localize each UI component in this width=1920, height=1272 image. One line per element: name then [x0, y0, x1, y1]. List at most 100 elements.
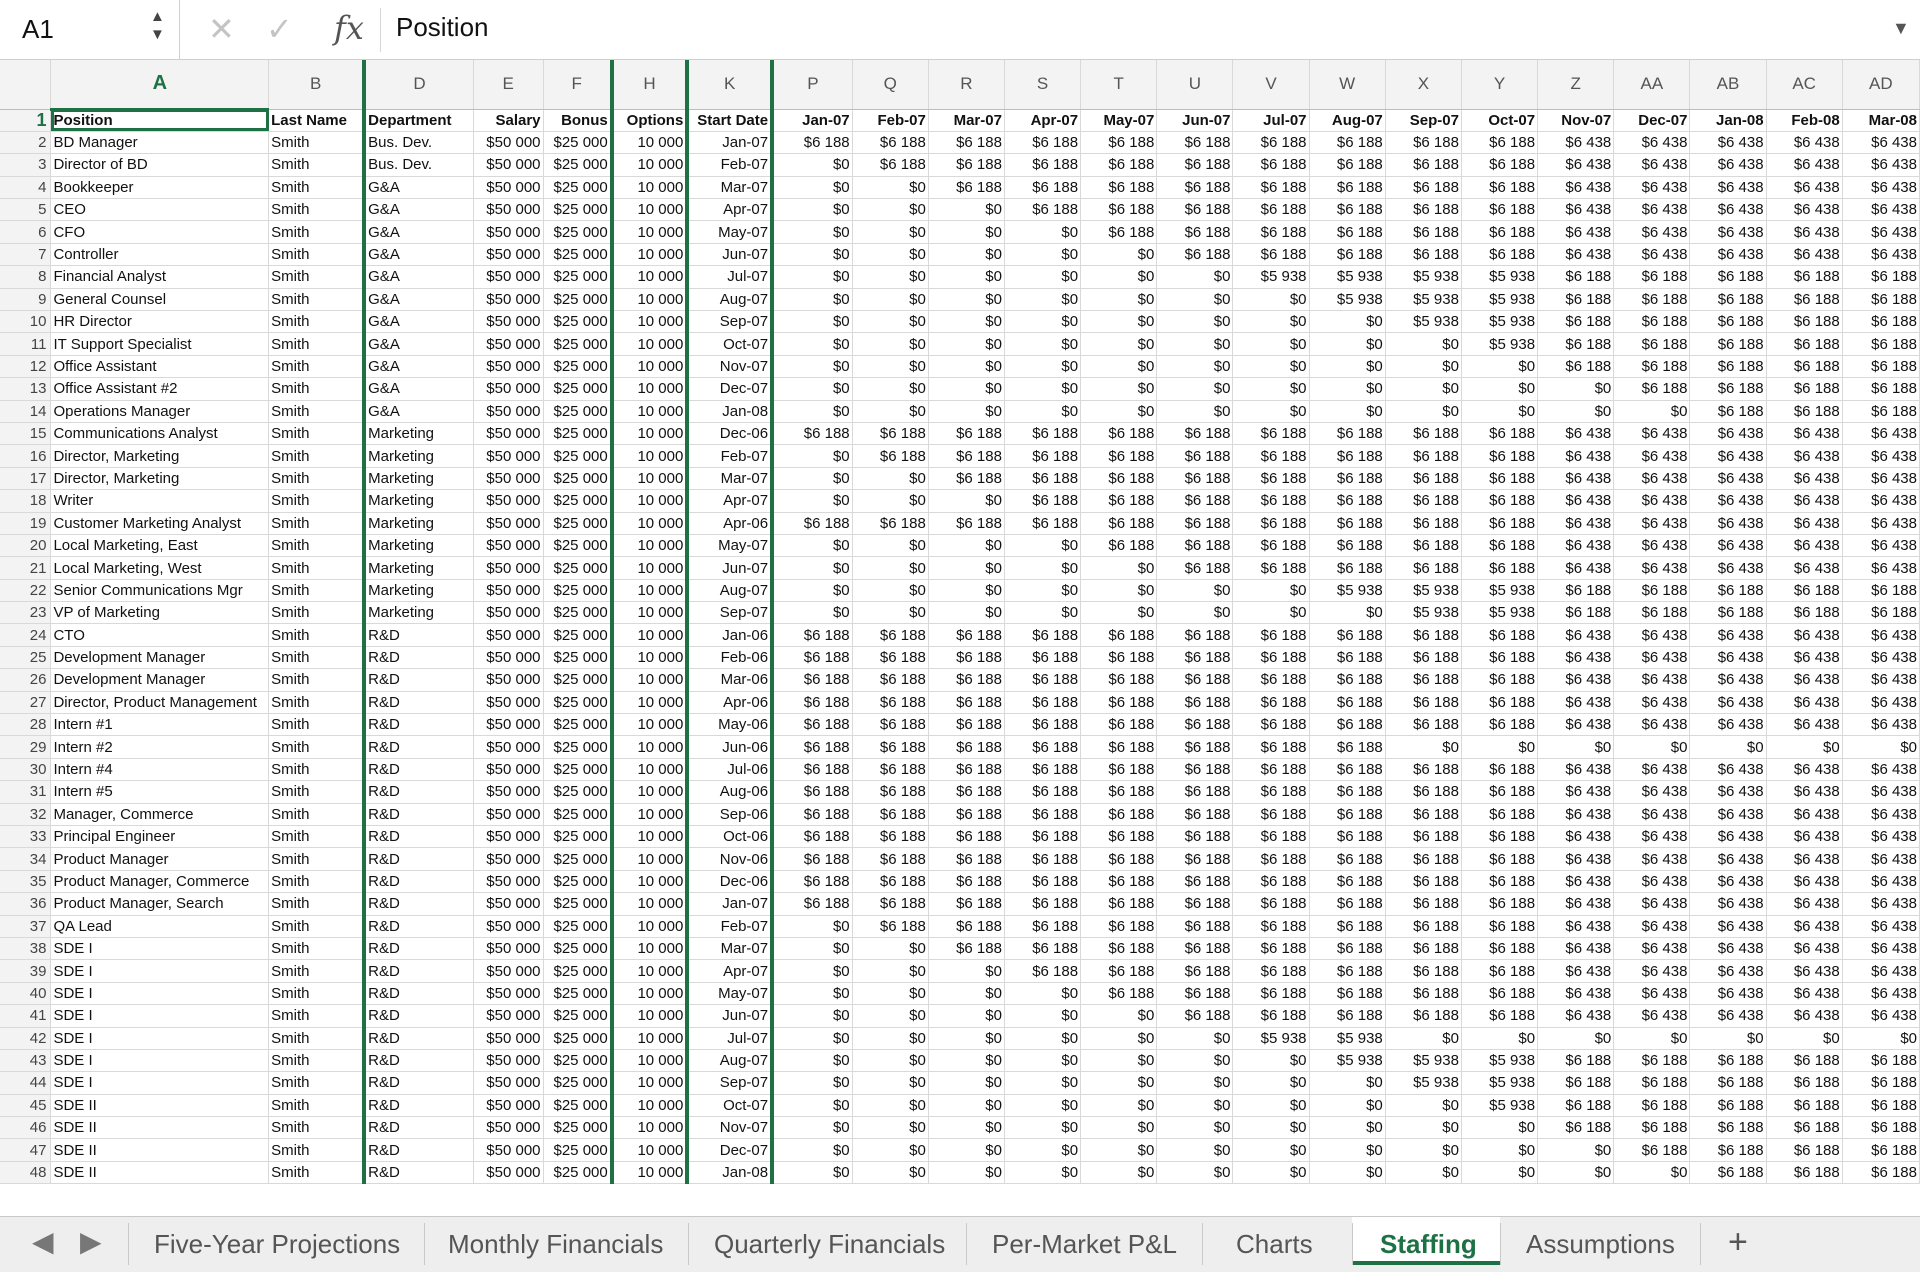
- cell[interactable]: $6 188: [770, 892, 853, 916]
- cell[interactable]: Office Assistant: [50, 355, 270, 379]
- cell[interactable]: $6 438: [1766, 959, 1843, 983]
- cell[interactable]: $6 438: [1842, 915, 1920, 938]
- cell[interactable]: $6 188: [1766, 355, 1843, 379]
- cell[interactable]: $6 438: [1613, 534, 1691, 558]
- row-header[interactable]: 21: [0, 556, 52, 580]
- cell[interactable]: $6 188: [928, 713, 1005, 737]
- cell[interactable]: $6 188: [1461, 915, 1539, 938]
- cell[interactable]: R&D: [362, 847, 474, 871]
- cell[interactable]: $6 188: [1004, 668, 1082, 692]
- cell[interactable]: $0: [1156, 601, 1234, 625]
- cell[interactable]: R&D: [362, 825, 474, 849]
- header-cell[interactable]: Jun-07: [1156, 109, 1234, 132]
- cell[interactable]: $25 000: [543, 355, 613, 379]
- cell[interactable]: $50 000: [473, 735, 544, 759]
- cell[interactable]: $6 188: [1689, 1138, 1767, 1162]
- cell[interactable]: Marketing: [362, 534, 474, 558]
- cell[interactable]: $0: [1613, 735, 1691, 759]
- cell[interactable]: Sep-07: [685, 601, 773, 625]
- cell[interactable]: $6 188: [1004, 467, 1082, 491]
- cell[interactable]: $6 188: [1842, 1049, 1920, 1073]
- cell[interactable]: $6 188: [1004, 780, 1082, 804]
- cell[interactable]: $6 438: [1766, 915, 1843, 938]
- cell[interactable]: $6 188: [1080, 825, 1158, 849]
- cell[interactable]: Financial Analyst: [50, 265, 270, 289]
- cell[interactable]: $6 438: [1537, 803, 1615, 827]
- cell[interactable]: R&D: [362, 803, 474, 827]
- cell[interactable]: $0: [852, 959, 929, 983]
- cell[interactable]: $6 188: [1004, 758, 1082, 782]
- cell[interactable]: $6 188: [1385, 758, 1462, 782]
- cell[interactable]: $6 438: [1613, 915, 1691, 938]
- cell[interactable]: $0: [1156, 579, 1234, 603]
- cell[interactable]: $6 438: [1766, 1004, 1843, 1028]
- cell[interactable]: $6 188: [1156, 646, 1234, 670]
- cell[interactable]: $6 438: [1613, 803, 1691, 827]
- cell[interactable]: $0: [1080, 1027, 1158, 1050]
- cell[interactable]: $6 188: [1309, 534, 1386, 558]
- cell[interactable]: $0: [770, 288, 853, 312]
- cell[interactable]: $6 188: [770, 735, 853, 759]
- cell[interactable]: $6 188: [1156, 780, 1234, 804]
- cell[interactable]: $0: [1004, 355, 1082, 379]
- cell[interactable]: $6 188: [852, 758, 929, 782]
- cell[interactable]: R&D: [362, 892, 474, 916]
- column-header[interactable]: AD: [1842, 60, 1920, 110]
- function-icon[interactable]: fx: [334, 9, 364, 47]
- cell[interactable]: $0: [1232, 1071, 1310, 1095]
- cell[interactable]: $6 188: [1080, 512, 1158, 535]
- cell[interactable]: $0: [1232, 1049, 1310, 1073]
- row-header[interactable]: 48: [0, 1161, 52, 1185]
- cell[interactable]: $0: [1232, 1094, 1310, 1118]
- cell[interactable]: Dec-07: [685, 1138, 773, 1162]
- cell[interactable]: $50 000: [473, 601, 544, 625]
- row-header[interactable]: 22: [0, 579, 52, 603]
- cell[interactable]: 10 000: [609, 1004, 688, 1028]
- cell[interactable]: $6 438: [1689, 780, 1767, 804]
- cell[interactable]: R&D: [362, 959, 474, 983]
- cell[interactable]: $6 188: [1080, 803, 1158, 827]
- cell[interactable]: Smith: [268, 959, 365, 983]
- column-header[interactable]: X: [1385, 60, 1462, 110]
- cell[interactable]: Writer: [50, 489, 270, 513]
- cell[interactable]: $6 188: [852, 825, 929, 849]
- cell[interactable]: $0: [1080, 400, 1158, 423]
- header-cell[interactable]: Oct-07: [1461, 109, 1539, 132]
- cell[interactable]: 10 000: [609, 1049, 688, 1073]
- cell[interactable]: Marketing: [362, 556, 474, 580]
- cell[interactable]: $6 188: [1156, 870, 1234, 894]
- cell[interactable]: $50 000: [473, 265, 544, 289]
- cell[interactable]: $6 438: [1842, 691, 1920, 715]
- cell[interactable]: $5 938: [1461, 310, 1539, 334]
- cell[interactable]: $25 000: [543, 982, 613, 1006]
- cell[interactable]: $6 438: [1766, 937, 1843, 961]
- cell[interactable]: $6 188: [852, 713, 929, 737]
- cell[interactable]: $6 188: [1766, 1116, 1843, 1140]
- cell[interactable]: $6 438: [1842, 668, 1920, 692]
- cell[interactable]: $6 438: [1689, 691, 1767, 715]
- cell[interactable]: Jun-07: [685, 243, 773, 267]
- cell[interactable]: $0: [852, 937, 929, 961]
- cell[interactable]: $5 938: [1309, 1049, 1386, 1073]
- row-header[interactable]: 27: [0, 691, 52, 715]
- cell[interactable]: $6 438: [1537, 713, 1615, 737]
- header-cell[interactable]: Jan-07: [770, 109, 853, 132]
- cell[interactable]: $6 188: [1613, 1116, 1691, 1140]
- cell[interactable]: Customer Marketing Analyst: [50, 512, 270, 535]
- header-cell[interactable]: Sep-07: [1385, 109, 1462, 132]
- cell[interactable]: G&A: [362, 176, 474, 200]
- cancel-icon[interactable]: ✕: [208, 10, 235, 48]
- cell[interactable]: $6 438: [1537, 131, 1615, 155]
- cell[interactable]: $6 188: [1461, 176, 1539, 200]
- cell[interactable]: $6 188: [1842, 579, 1920, 603]
- cell[interactable]: $0: [1309, 1138, 1386, 1162]
- cell[interactable]: $6 188: [1156, 512, 1234, 535]
- cell[interactable]: $5 938: [1385, 1071, 1462, 1095]
- cell[interactable]: $25 000: [543, 713, 613, 737]
- header-cell[interactable]: Feb-07: [852, 109, 929, 132]
- cell[interactable]: $0: [1156, 377, 1234, 401]
- cell[interactable]: $6 188: [1080, 892, 1158, 916]
- cell[interactable]: $6 188: [1385, 489, 1462, 513]
- cell[interactable]: $6 188: [1232, 959, 1310, 983]
- cell[interactable]: $6 188: [1766, 1094, 1843, 1118]
